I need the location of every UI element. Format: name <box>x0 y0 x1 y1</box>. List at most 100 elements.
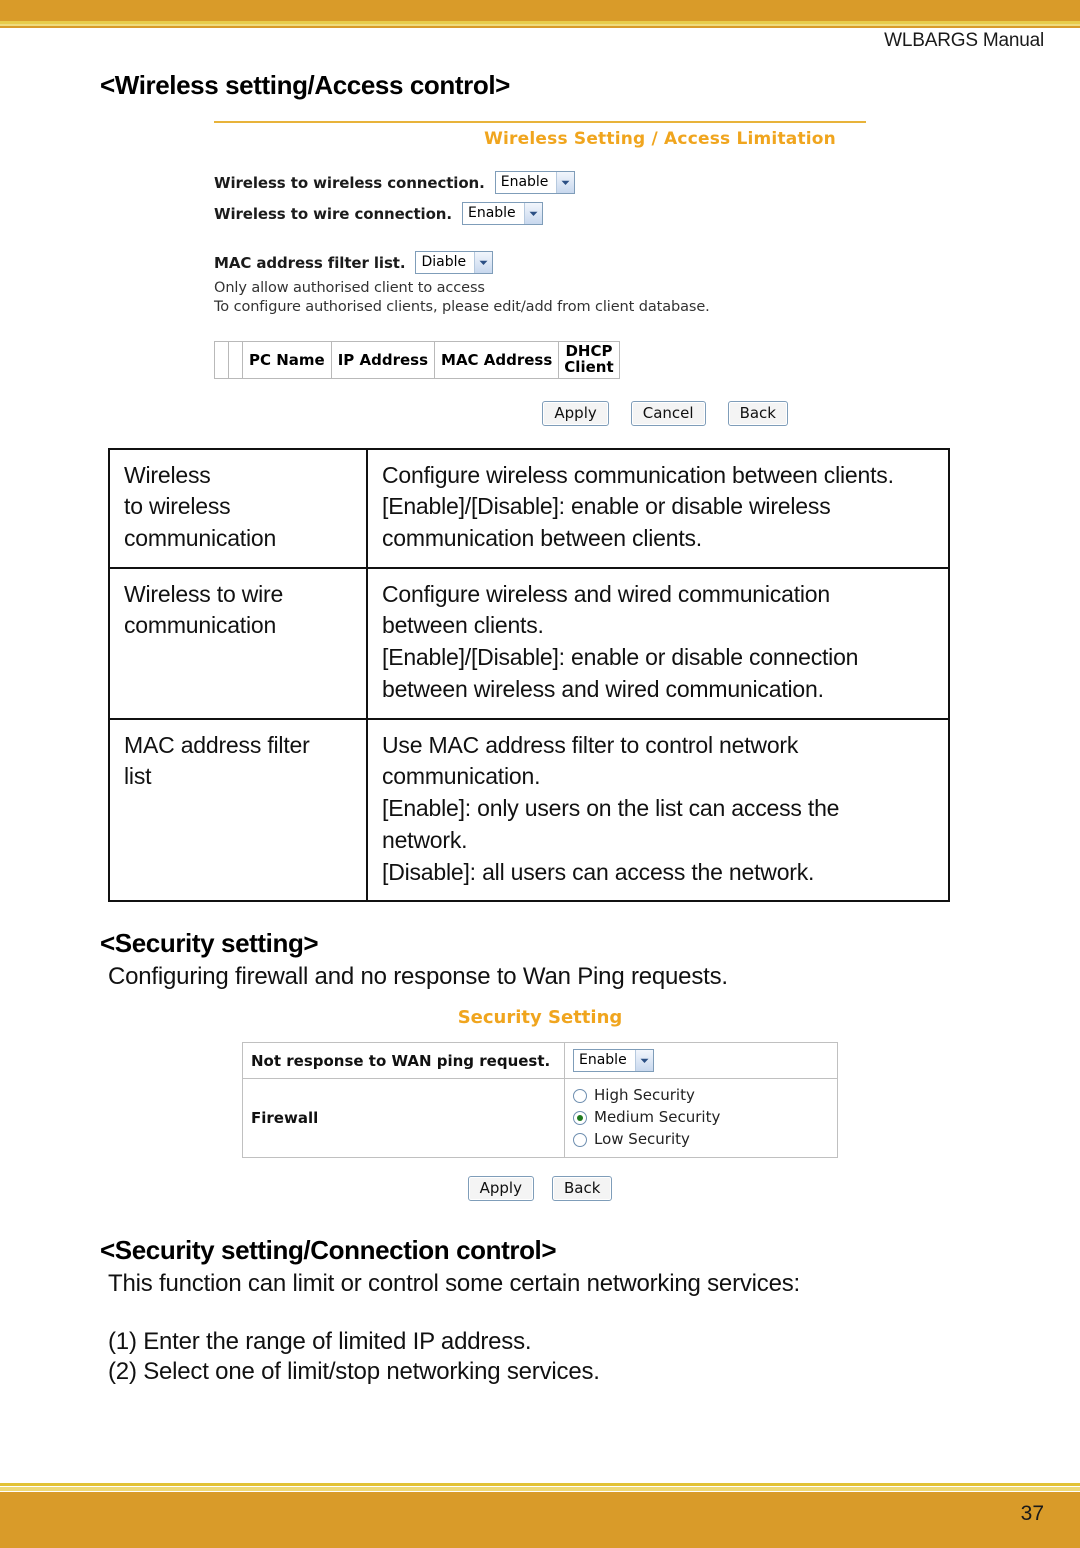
field-label-wireless-to-wireless: Wireless to wireless connection. <box>214 173 485 192</box>
label-wan-ping: Not response to WAN ping request. <box>242 1042 565 1080</box>
paragraph-security-setting: Configuring firewall and no response to … <box>108 963 728 991</box>
table-cell-spacer-1 <box>214 341 229 379</box>
table-row: MAC address filter list Use MAC address … <box>108 717 950 903</box>
select-value-wan-ping: Enable <box>579 1052 627 1069</box>
page-footer-rule-light <box>0 1483 1080 1486</box>
step-select-service: (2) Select one of limit/stop networking … <box>108 1357 600 1385</box>
back-button[interactable]: Back <box>551 1175 613 1201</box>
definition-line: [Enable]: only users on the list can acc… <box>382 795 840 822</box>
select-wan-ping[interactable]: Enable <box>573 1049 654 1073</box>
term-wireless-to-wire: Wireless to wire communication <box>108 566 368 720</box>
note-allow-authorised: Only allow authorised client to access <box>214 280 485 296</box>
column-header-pc-name: PC Name <box>242 341 332 379</box>
running-head: WLBARGS Manual <box>884 30 1044 51</box>
column-header-mac-address: MAC Address <box>434 341 560 379</box>
definition-line: between clients. <box>382 612 544 639</box>
field-label-wireless-to-wire: Wireless to wire connection. <box>214 204 452 223</box>
security-setting-screenshot: Security Setting Not response to WAN pin… <box>242 1007 838 1201</box>
radio-label-low-security: Low Security <box>594 1129 690 1148</box>
heading-security-setting: <Security setting> <box>100 928 319 959</box>
radio-option-low-security[interactable]: Low Security <box>573 1129 829 1151</box>
note-configure-clients: To configure authorised clients, please … <box>214 299 710 315</box>
select-value-mac-filter: Diable <box>421 254 467 270</box>
settings-description-table: Wireless to wireless communication Confi… <box>108 447 950 903</box>
definition-line: [Enable]/[Disable]: enable or disable co… <box>382 644 859 671</box>
field-wireless-to-wireless: Wireless to wireless connection. Enable <box>214 171 866 194</box>
column-header-dhcp-client: DHCP Client <box>558 341 620 379</box>
table-row: Not response to WAN ping request. Enable <box>242 1042 838 1080</box>
term-line: communication <box>124 524 277 551</box>
wireless-screenshot-title: Wireless Setting / Access Limitation <box>484 129 836 149</box>
paragraph-connection-control: This function can limit or control some … <box>108 1269 801 1297</box>
term-line: communication <box>124 612 277 639</box>
apply-button[interactable]: Apply <box>467 1175 534 1201</box>
term-wireless-to-wireless: Wireless to wireless communication <box>108 447 368 569</box>
term-line: Wireless to wire <box>124 580 284 607</box>
apply-button[interactable]: Apply <box>542 400 609 426</box>
page-footer-rule-pale <box>0 1487 1080 1491</box>
back-button[interactable]: Back <box>727 400 788 426</box>
select-wireless-to-wireless[interactable]: Enable <box>494 171 576 194</box>
definition-line: Configure wireless and wired communicati… <box>382 580 830 607</box>
wireless-button-row: Apply Cancel Back <box>214 400 866 426</box>
dhcp-header-line-2: Client <box>564 357 614 376</box>
table-row: Wireless to wire communication Configure… <box>108 566 950 720</box>
select-wireless-to-wire[interactable]: Enable <box>461 202 543 225</box>
heading-wireless-access-control: <Wireless setting/Access control> <box>100 70 510 100</box>
definition-wireless-to-wire: Configure wireless and wired communicati… <box>366 566 950 720</box>
radio-option-high-security[interactable]: High Security <box>573 1085 829 1107</box>
definition-line: between wireless and wired communication… <box>382 675 824 702</box>
definition-line: network. <box>382 826 468 853</box>
radio-icon[interactable] <box>573 1132 587 1147</box>
definition-mac-address-filter-list: Use MAC address filter to control networ… <box>366 717 950 903</box>
chevron-down-icon[interactable] <box>556 172 575 193</box>
select-value-wireless-to-wire: Enable <box>467 205 516 221</box>
select-value-wireless-to-wireless: Enable <box>500 174 549 190</box>
field-wireless-to-wire: Wireless to wire connection. Enable <box>214 202 866 225</box>
radio-icon-selected[interactable] <box>573 1110 587 1125</box>
cancel-button[interactable]: Cancel <box>630 400 706 426</box>
security-screenshot-title: Security Setting <box>457 1007 623 1029</box>
definition-line: Configure wireless communication between… <box>382 461 894 488</box>
term-mac-address-filter-list: MAC address filter list <box>108 717 368 903</box>
field-label-mac-filter: MAC address filter list. <box>214 253 406 272</box>
wireless-setting-screenshot: Wireless Setting / Access Limitation Wir… <box>214 121 866 426</box>
select-mac-address-filter[interactable]: Diable <box>415 251 494 274</box>
field-mac-address-filter-list: MAC address filter list. Diable <box>214 251 866 274</box>
radio-icon[interactable] <box>573 1089 587 1104</box>
term-line: MAC address filter <box>124 731 310 758</box>
label-firewall: Firewall <box>242 1078 565 1158</box>
term-line: Wireless <box>124 461 211 488</box>
table-row: Wireless to wireless communication Confi… <box>108 447 950 569</box>
page-content: <Wireless setting/Access control> Wirele… <box>0 70 1080 1386</box>
cell-wan-ping-select: Enable <box>564 1042 838 1080</box>
page-top-rule-orange <box>0 26 1080 28</box>
table-row: Firewall High Security Medium Security L… <box>242 1078 838 1158</box>
chevron-down-icon[interactable] <box>634 1050 653 1072</box>
cell-firewall-options: High Security Medium Security Low Securi… <box>564 1078 838 1158</box>
page-footer-band: 37 <box>0 1492 1080 1548</box>
security-settings-table: Not response to WAN ping request. Enable… <box>242 1042 838 1158</box>
column-header-ip-address: IP Address <box>330 341 436 379</box>
term-line: list <box>124 763 152 790</box>
page-top-band <box>0 0 1080 21</box>
definition-line: [Enable]/[Disable]: enable or disable wi… <box>382 493 831 520</box>
chevron-down-icon[interactable] <box>474 252 493 273</box>
radio-label-medium-security: Medium Security <box>594 1108 721 1127</box>
table-row: PC Name IP Address MAC Address DHCP Clie… <box>214 341 620 379</box>
definition-wireless-to-wireless: Configure wireless communication between… <box>366 447 950 569</box>
security-button-row: Apply Back <box>242 1175 838 1201</box>
radio-label-high-security: High Security <box>594 1086 695 1105</box>
term-line: to wireless <box>124 493 231 520</box>
table-cell-spacer-2 <box>228 341 243 379</box>
chevron-down-icon[interactable] <box>523 203 542 224</box>
definition-line: communication. <box>382 763 541 790</box>
heading-security-connection-control: <Security setting/Connection control> <box>100 1234 557 1265</box>
definition-line: Use MAC address filter to control networ… <box>382 731 799 758</box>
radio-option-medium-security[interactable]: Medium Security <box>573 1107 829 1129</box>
client-database-table: PC Name IP Address MAC Address DHCP Clie… <box>214 341 620 379</box>
screenshot-divider <box>214 121 866 123</box>
step-enter-ip-range: (1) Enter the range of limited IP addres… <box>108 1327 532 1355</box>
page-number: 37 <box>1020 1502 1044 1525</box>
definition-line: communication between clients. <box>382 524 702 551</box>
